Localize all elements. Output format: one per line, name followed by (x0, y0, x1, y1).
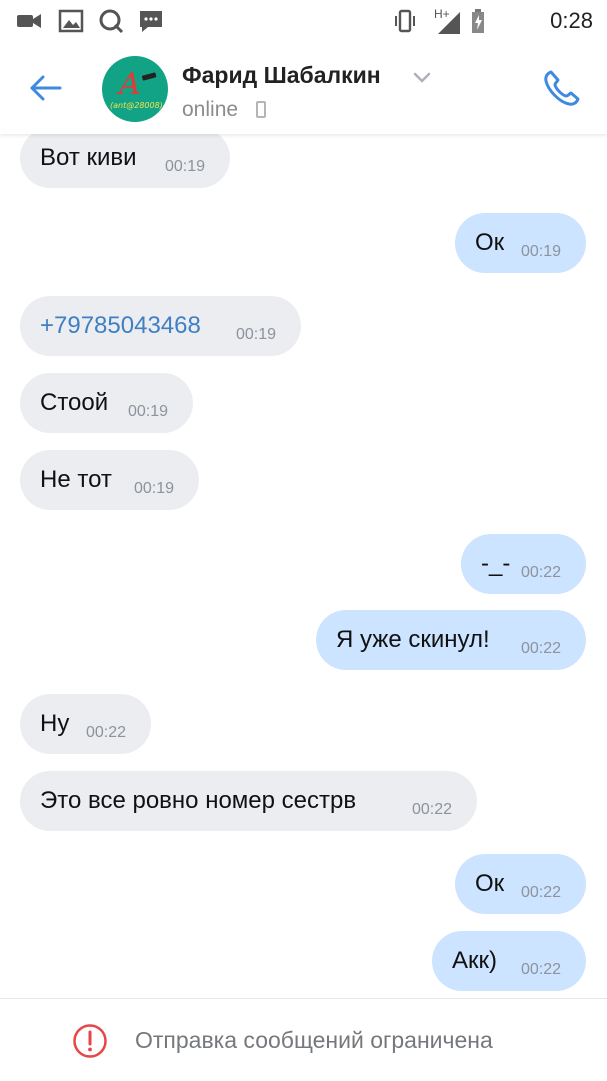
message-time: 00:22 (412, 801, 453, 818)
back-arrow-icon[interactable] (28, 70, 64, 106)
chat-app-icon (140, 11, 162, 32)
message-time: 00:22 (521, 884, 562, 901)
message-bubble[interactable]: Не тот 00:19 (20, 450, 199, 510)
message-time: 00:19 (521, 243, 562, 260)
message-text: -_- (481, 550, 511, 577)
message-text: Ок (475, 870, 505, 897)
status-bar: H+ 0:28 (0, 0, 607, 42)
battery-icon (472, 9, 484, 33)
message-time: 00:22 (521, 640, 562, 657)
message-link-phone[interactable]: +79785043468 (40, 312, 201, 340)
chevron-down-icon[interactable] (412, 70, 432, 86)
message-bubble[interactable]: Стоой 00:19 (20, 373, 193, 433)
message-text: Стоой (40, 389, 109, 416)
contact-status: online (182, 98, 239, 121)
messaging-restricted-text: Отправка сообщений ограничена (135, 1027, 493, 1053)
q-app-icon (99, 9, 124, 34)
message-text: Это все ровно номер сестрв (40, 787, 357, 814)
message-bubble[interactable]: Ну 00:22 (20, 694, 151, 754)
message-text: Ок (475, 229, 505, 256)
message-time: 00:22 (521, 961, 562, 978)
avatar-logo-icon: A (ant@28008) (110, 67, 163, 110)
message-time: 00:22 (521, 564, 562, 581)
message-feed[interactable]: Вот киви 00:19 Ок 00:19 +79785043468 00:… (0, 134, 607, 998)
message-bubble[interactable]: Я уже скинул! 00:22 (316, 610, 586, 670)
message-text: Вот киви (40, 144, 137, 171)
message-text: Акк) (452, 947, 497, 974)
signal-icon (438, 12, 460, 34)
message-bubble[interactable]: +79785043468 00:19 (20, 296, 301, 356)
message-time: 00:19 (134, 480, 175, 497)
message-bubble[interactable]: Ок 00:22 (455, 854, 586, 914)
message-time: 00:19 (128, 403, 169, 420)
message-bubble[interactable]: Это все ровно номер сестрв 00:22 (20, 771, 477, 831)
warning-icon (73, 1024, 107, 1058)
avatar[interactable]: A (ant@28008) (102, 56, 168, 122)
video-camera-icon (17, 14, 41, 28)
message-bubble[interactable]: Ок 00:19 (455, 213, 586, 273)
message-text: Я уже скинул! (336, 626, 490, 653)
chat-header: A (ant@28008) Фарид Шабалкин online (0, 42, 607, 134)
phone-call-icon[interactable] (540, 66, 584, 110)
message-text: Не тот (40, 466, 112, 493)
message-text: Ну (40, 710, 70, 737)
message-time: 00:22 (86, 724, 127, 741)
message-bubble[interactable]: Вот киви 00:19 (20, 134, 230, 188)
mobile-device-icon (256, 101, 266, 118)
message-bubble[interactable]: Акк) 00:22 (432, 931, 586, 991)
avatar-caption: (ant@28008) (110, 101, 163, 110)
contact-name[interactable]: Фарид Шабалкин (182, 62, 381, 89)
avatar-letter: A (116, 67, 141, 102)
vibrate-icon (395, 9, 415, 33)
gallery-icon (58, 9, 84, 33)
restricted-footer: Отправка сообщений ограничена (0, 998, 607, 1081)
message-time: 00:19 (165, 158, 206, 175)
clock: 0:28 (550, 8, 593, 33)
message-time: 00:19 (236, 326, 277, 343)
message-bubble[interactable]: -_- 00:22 (461, 534, 586, 594)
